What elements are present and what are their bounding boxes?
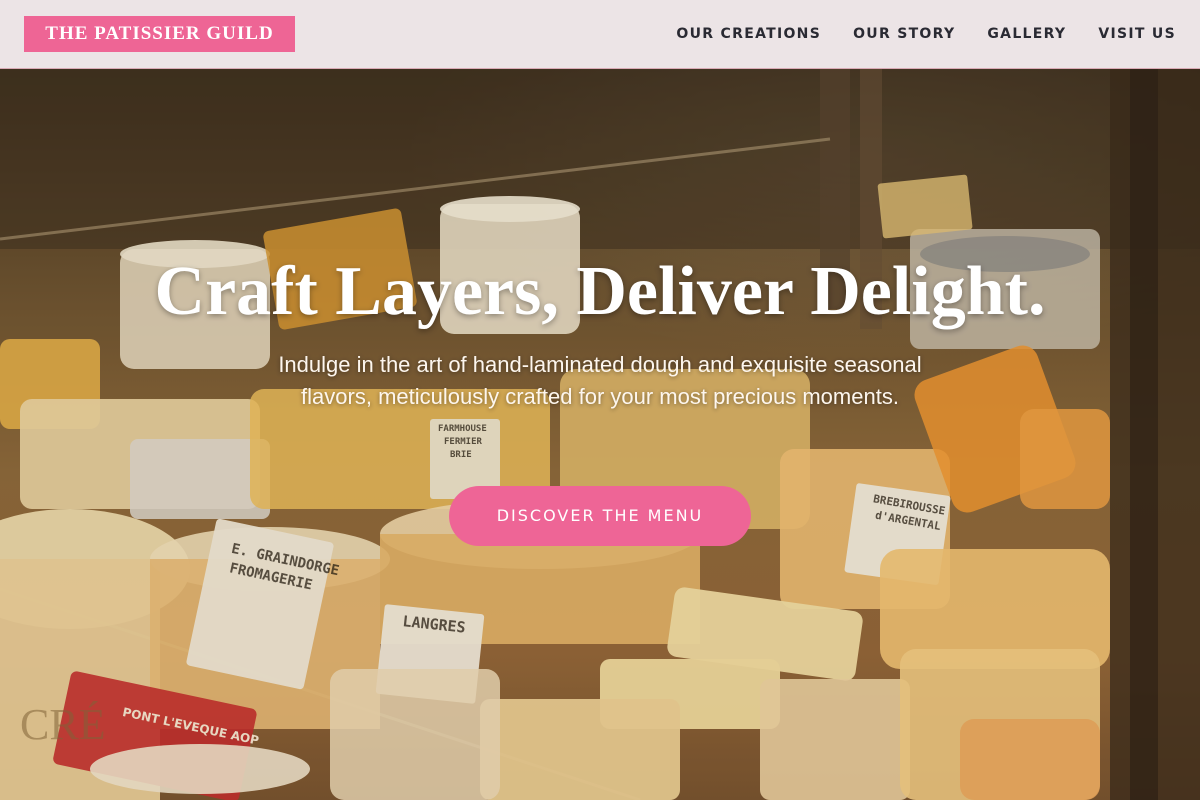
brand-logo[interactable]: THE PATISSIER GUILD xyxy=(24,16,295,52)
discover-menu-button[interactable]: DISCOVER THE MENU xyxy=(449,486,751,546)
hero-subtitle: Indulge in the art of hand-laminated dou… xyxy=(278,352,922,409)
hero-section: E. GRAINDORGE FROMAGERIE LANGRES BREBIRO… xyxy=(0,69,1200,800)
main-nav: OUR CREATIONS OUR STORY GALLERY VISIT US xyxy=(644,0,1176,68)
nav-link-gallery[interactable]: GALLERY xyxy=(987,26,1066,42)
nav-link-our-creations[interactable]: OUR CREATIONS xyxy=(676,26,821,42)
nav-link-visit-us[interactable]: VISIT US xyxy=(1098,26,1176,42)
site-header: THE PATISSIER GUILD OUR CREATIONS OUR ST… xyxy=(0,0,1200,69)
hero-title: Craft Layers, Deliver Delight. xyxy=(154,253,1046,330)
hero-overlay xyxy=(0,69,1200,800)
nav-link-our-story[interactable]: OUR STORY xyxy=(853,26,955,42)
